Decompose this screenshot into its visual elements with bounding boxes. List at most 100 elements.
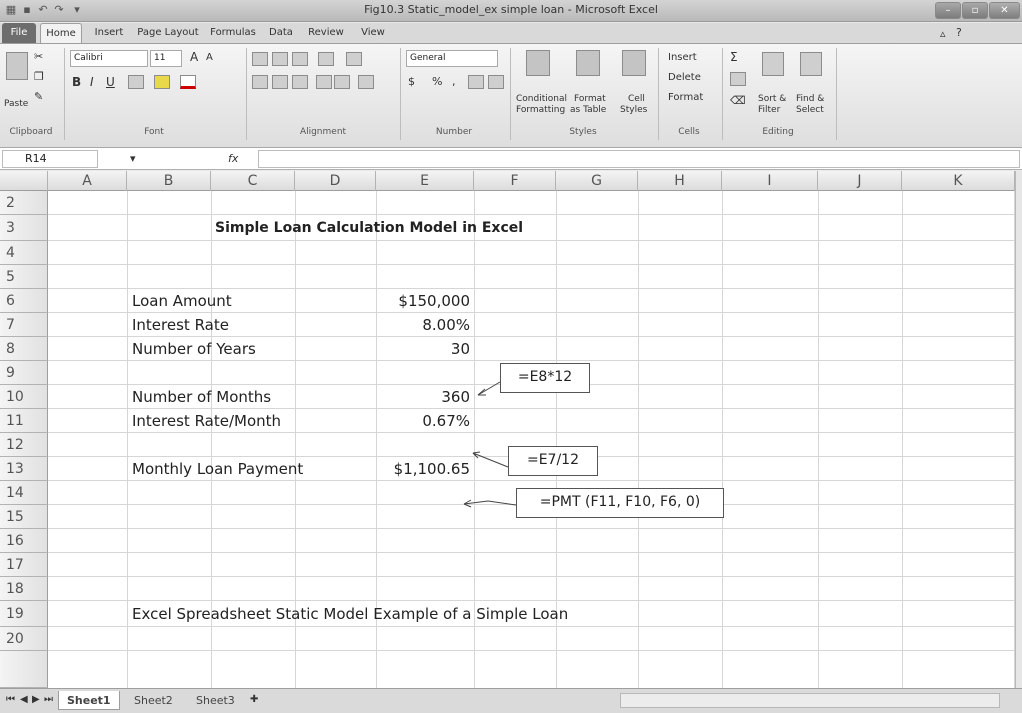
row-header-13[interactable]: 13 [0, 457, 48, 481]
column-header-e[interactable]: E [376, 171, 474, 191]
paste-button[interactable]: Paste [4, 99, 28, 109]
column-header-f[interactable]: F [474, 171, 556, 191]
help-icon[interactable]: ? [956, 26, 962, 39]
sort-filter-label[interactable]: Sort & [758, 94, 786, 104]
column-header-h[interactable]: H [638, 171, 722, 191]
cell-styles-label[interactable]: Cell [628, 94, 645, 104]
tab-home[interactable]: Home [40, 23, 82, 43]
formula-input[interactable] [258, 150, 1020, 168]
percent-button[interactable]: % [432, 75, 442, 88]
clear-icon[interactable]: ⌫ [730, 94, 746, 107]
column-header-d[interactable]: D [295, 171, 376, 191]
wrap-text-icon[interactable] [346, 52, 362, 66]
row-header-8[interactable]: 8 [0, 337, 48, 361]
number-format-select[interactable]: General [406, 50, 498, 67]
align-left-icon[interactable] [252, 75, 268, 89]
row-header-7[interactable]: 7 [0, 313, 48, 337]
horizontal-scrollbar[interactable] [620, 693, 1000, 708]
decrease-decimal-icon[interactable] [488, 75, 504, 89]
prev-sheet-icon[interactable]: ◀ [20, 694, 28, 705]
close-button[interactable]: ✕ [989, 2, 1020, 19]
row-header-10[interactable]: 10 [0, 385, 48, 409]
insert-cells-button[interactable]: Insert [668, 52, 697, 63]
sheet-caption[interactable]: Excel Spreadsheet Static Model Example o… [132, 602, 568, 626]
font-name-select[interactable]: Calibri [70, 50, 148, 67]
row-header-17[interactable]: 17 [0, 553, 48, 577]
paste-icon[interactable] [6, 52, 28, 80]
tab-data[interactable]: Data [264, 23, 298, 43]
tab-review[interactable]: Review [302, 23, 350, 43]
copy-icon[interactable]: ❐ [34, 70, 44, 83]
row-header-18[interactable]: 18 [0, 577, 48, 601]
conditional-formatting-label[interactable]: Conditional [516, 94, 567, 104]
currency-button[interactable]: $ [408, 75, 415, 88]
conditional-formatting-icon[interactable] [526, 50, 550, 76]
column-header-g[interactable]: G [556, 171, 638, 191]
grow-font-icon[interactable]: A [190, 50, 198, 64]
find-select-label-2[interactable]: Select [796, 105, 824, 115]
row-header-16[interactable]: 16 [0, 529, 48, 553]
row-header-2[interactable]: 2 [0, 191, 48, 215]
align-top-icon[interactable] [252, 52, 268, 66]
first-sheet-icon[interactable]: ⏮ [6, 694, 15, 705]
ribbon-minimize-icon[interactable]: ▵ [940, 27, 946, 40]
cell-styles-label-2[interactable]: Styles [620, 105, 647, 115]
format-painter-icon[interactable]: ✎ [34, 90, 43, 103]
find-select-icon[interactable] [800, 52, 822, 76]
minimize-button[interactable]: – [935, 2, 961, 19]
row-header-5[interactable]: 5 [0, 265, 48, 289]
sheet-tab-sheet1[interactable]: Sheet1 [58, 691, 120, 710]
tab-insert[interactable]: Insert [88, 23, 130, 43]
last-sheet-icon[interactable]: ⏭ [44, 694, 53, 705]
borders-icon[interactable] [128, 75, 144, 89]
tab-file[interactable]: File [2, 23, 36, 43]
sort-filter-label-2[interactable]: Filter [758, 105, 780, 115]
cell-styles-icon[interactable] [622, 50, 646, 76]
insert-sheet-icon[interactable]: ✚ [250, 694, 258, 705]
format-cells-button[interactable]: Format [668, 92, 703, 103]
insert-function-icon[interactable]: fx [228, 152, 238, 165]
select-all-corner[interactable] [0, 171, 48, 191]
name-box-dropdown-icon[interactable]: ▾ [130, 152, 136, 165]
column-header-j[interactable]: J [818, 171, 902, 191]
next-sheet-icon[interactable]: ▶ [32, 694, 40, 705]
tab-page-layout[interactable]: Page Layout [134, 23, 202, 43]
fill-color-icon[interactable] [154, 75, 170, 89]
bold-button[interactable]: B [72, 75, 81, 89]
row-header-9[interactable]: 9 [0, 361, 48, 385]
maximize-button[interactable]: ▫ [962, 2, 988, 19]
format-as-table-label[interactable]: Format [574, 94, 606, 104]
row-header-19[interactable]: 19 [0, 601, 48, 627]
row-header-14[interactable]: 14 [0, 481, 48, 505]
name-box[interactable]: R14 [2, 150, 98, 168]
tab-view[interactable]: View [354, 23, 392, 43]
font-color-icon[interactable] [180, 75, 196, 89]
sheet-tab-sheet3[interactable]: Sheet3 [188, 691, 243, 710]
tab-formulas[interactable]: Formulas [206, 23, 260, 43]
sort-filter-icon[interactable] [762, 52, 784, 76]
decrease-indent-icon[interactable] [316, 75, 332, 89]
merge-center-icon[interactable] [358, 75, 374, 89]
increase-indent-icon[interactable] [334, 75, 350, 89]
vertical-scrollbar[interactable] [1015, 171, 1022, 688]
delete-cells-button[interactable]: Delete [668, 72, 701, 83]
find-select-label[interactable]: Find & [796, 94, 824, 104]
column-header-b[interactable]: B [127, 171, 211, 191]
fill-icon[interactable] [730, 72, 746, 86]
format-as-table-label-2[interactable]: as Table [570, 105, 606, 115]
align-bottom-icon[interactable] [292, 52, 308, 66]
column-header-a[interactable]: A [48, 171, 127, 191]
align-center-icon[interactable] [272, 75, 288, 89]
autosum-icon[interactable]: Σ [730, 50, 738, 64]
row-header-6[interactable]: 6 [0, 289, 48, 313]
orientation-icon[interactable] [318, 52, 334, 66]
conditional-formatting-label-2[interactable]: Formatting [516, 105, 565, 115]
increase-decimal-icon[interactable] [468, 75, 484, 89]
row-header-3[interactable]: 3 [0, 215, 48, 241]
column-header-i[interactable]: I [722, 171, 818, 191]
cut-icon[interactable]: ✂ [34, 50, 43, 63]
row-header-12[interactable]: 12 [0, 433, 48, 457]
comma-button[interactable]: , [452, 75, 456, 88]
column-header-k[interactable]: K [902, 171, 1015, 191]
underline-button[interactable]: U [106, 75, 115, 89]
